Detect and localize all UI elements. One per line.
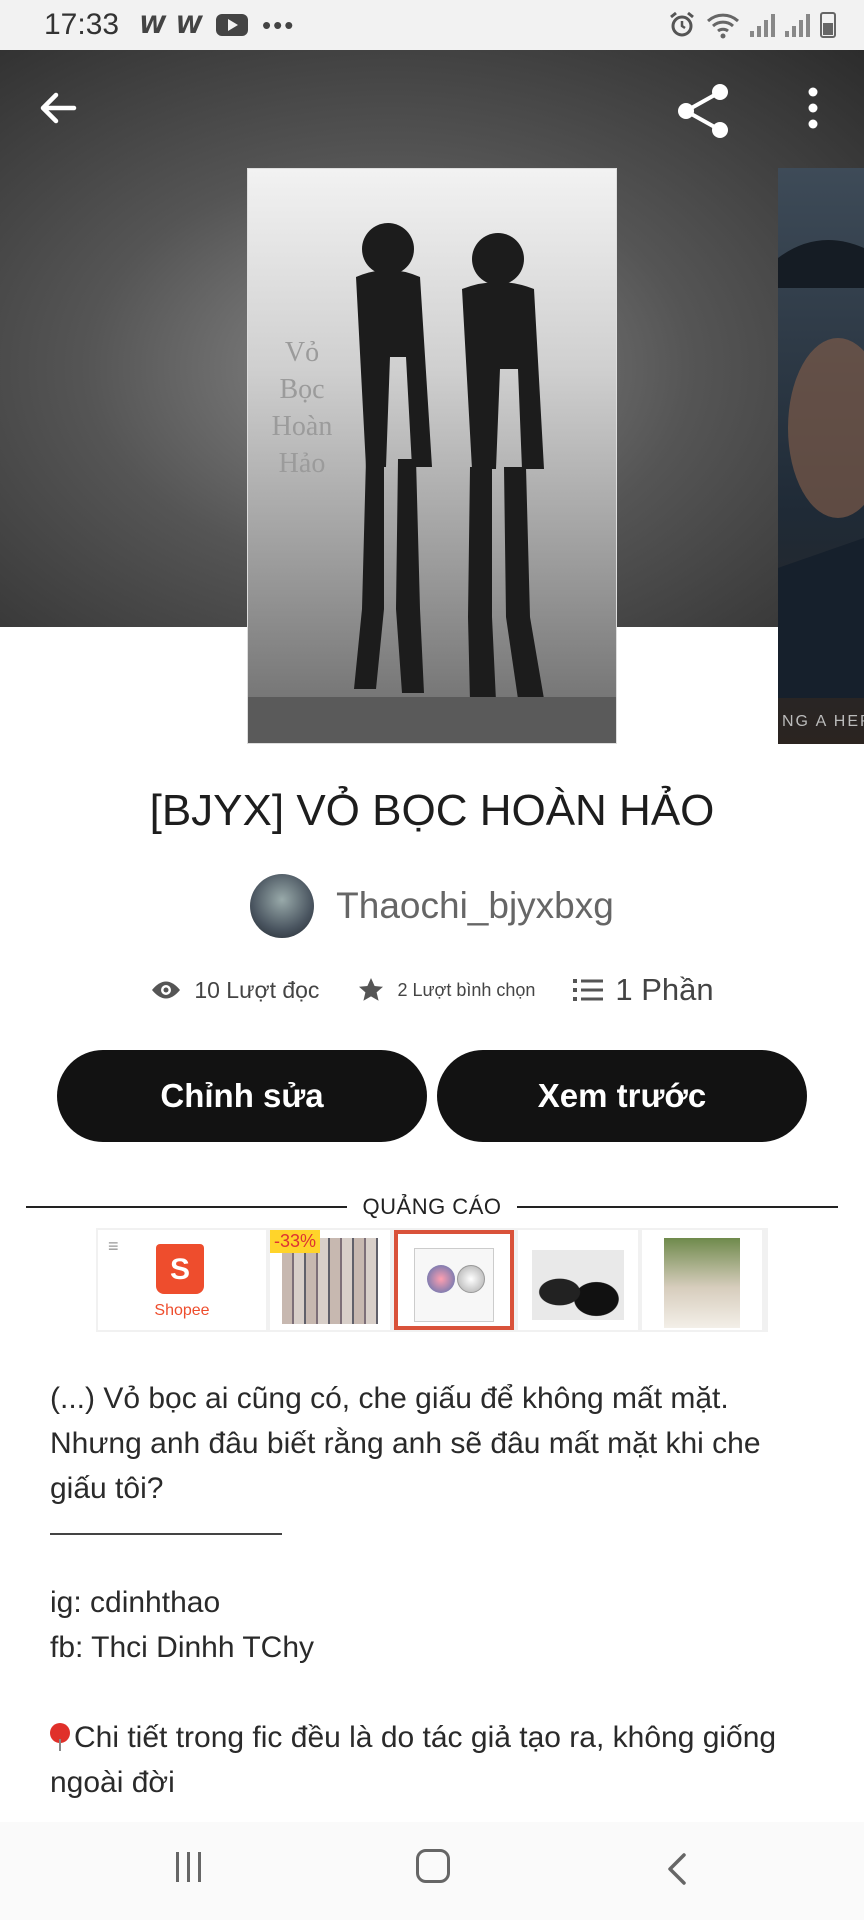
badge-pin-image-2 [457, 1265, 485, 1293]
wifi-icon [706, 13, 740, 39]
nav-back-icon[interactable] [662, 1852, 692, 1886]
eye-icon [152, 981, 181, 999]
shoes-product-image [532, 1250, 624, 1320]
ad-header: QUẢNG CÁO [26, 1194, 838, 1220]
cover-title-line: Hoàn [271, 411, 333, 442]
author-name[interactable]: Thaochi_bjyxbxg [336, 885, 614, 927]
cover-overlay-title: Vỏ Bọc Hoàn Hảo [262, 334, 342, 482]
next-cover-figure [778, 240, 864, 698]
cover-title-line: Hảo [278, 448, 326, 479]
votes-stat: 2 Lượt bình chọn [357, 976, 535, 1004]
ad-product-badges[interactable] [394, 1230, 514, 1330]
home-icon[interactable] [416, 1849, 450, 1883]
badge-product-image [414, 1248, 494, 1322]
wattpad-notification-icon-2: W [175, 11, 203, 39]
ad-divider-left [26, 1206, 347, 1208]
wattpad-notification-icon: W [139, 11, 166, 39]
next-story-cover[interactable]: NG A HERO [778, 168, 864, 744]
description-paragraph: (...) Vỏ bọc ai cũng có, che giấu để khô… [50, 1382, 769, 1505]
battery-icon [820, 12, 836, 38]
share-icon[interactable] [672, 80, 734, 142]
fashion-product-image [664, 1238, 740, 1328]
edit-button[interactable]: Chỉnh sửa [57, 1050, 427, 1142]
discount-badge: -33% [270, 1230, 321, 1253]
story-description: (...) Vỏ bọc ai cũng có, che giấu để khô… [50, 1376, 820, 1805]
status-time: 17:33 [44, 8, 120, 41]
action-buttons: Chỉnh sửa Xem trước [57, 1050, 807, 1142]
story-cover[interactable]: Vỏ Bọc Hoàn Hảo [247, 168, 617, 744]
cover-title-line: Bọc [279, 374, 325, 405]
alarm-icon [670, 11, 694, 37]
author-row[interactable]: Thaochi_bjyxbxg [0, 874, 864, 938]
votes-count: 2 Lượt bình chọn [397, 979, 536, 1000]
ad-product-shoes[interactable] [518, 1230, 638, 1330]
youtube-notification-icon [216, 14, 249, 36]
story-title: [BJYX] VỎ BỌC HOÀN HẢO [149, 786, 715, 835]
shopee-bag-icon: S [156, 1244, 204, 1294]
back-arrow-icon[interactable] [30, 80, 86, 136]
shopee-ad-logo[interactable]: ≡ S Shopee [98, 1230, 266, 1330]
cover-title-line: Vỏ [284, 337, 320, 368]
star-icon [359, 978, 384, 1001]
more-notifications-icon: ••• [262, 9, 296, 40]
ad-product-fashion[interactable] [642, 1230, 762, 1330]
ad-banner[interactable]: ≡ S Shopee -33% [96, 1228, 768, 1332]
instagram-handle: ig: cdinhthao [50, 1586, 221, 1619]
top-toolbar [0, 50, 864, 170]
reads-stat: 10 Lượt đọc [150, 977, 319, 1004]
system-nav-bar [0, 1822, 864, 1920]
author-avatar[interactable] [250, 874, 315, 938]
reads-count: 10 Lượt đọc [194, 976, 320, 1003]
status-bar: 17:33 W W ••• [0, 0, 864, 50]
preview-button[interactable]: Xem trước [437, 1050, 807, 1142]
ad-divider-right [517, 1206, 838, 1208]
story-stats: 10 Lượt đọc 2 Lượt bình chọn 1 Phần [0, 972, 864, 1008]
disclaimer-line: Chi tiết trong fic đều là do tác giả tạo… [50, 1715, 820, 1805]
ad-label: QUẢNG CÁO [362, 1194, 502, 1219]
next-cover-text: NG A HERO [782, 713, 864, 730]
parts-stat: 1 Phần [573, 972, 714, 1008]
signal-icon-2 [785, 13, 810, 37]
status-icons [668, 11, 836, 39]
badge-pin-image [427, 1265, 455, 1293]
disclaimer-text: Chi tiết trong fic đều là do tác giả tạo… [50, 1721, 785, 1799]
recents-icon[interactable] [176, 1852, 206, 1882]
ad-menu-icon[interactable]: ≡ [108, 1236, 119, 1257]
parts-count: 1 Phần [615, 972, 714, 1007]
pin-icon [50, 1723, 70, 1751]
facebook-handle: fb: Thci Dinhh TChy [50, 1631, 315, 1664]
signal-icon [750, 13, 775, 37]
ad-product-photocards[interactable]: -33% [270, 1230, 390, 1330]
shopee-wordmark: Shopee [154, 1302, 210, 1319]
more-vertical-icon[interactable] [790, 80, 836, 142]
list-icon [573, 979, 604, 1001]
